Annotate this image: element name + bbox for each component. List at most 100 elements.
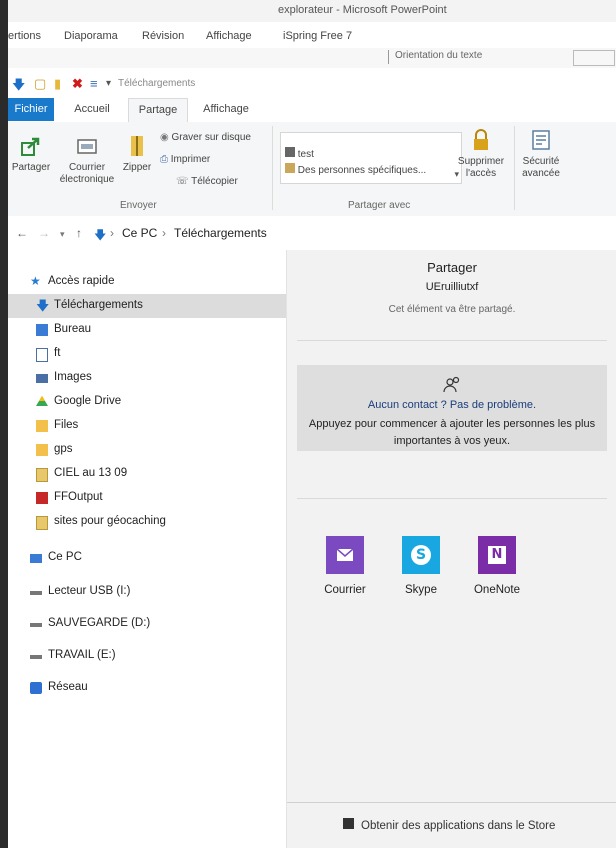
tab-file[interactable]: Fichier (8, 98, 54, 121)
nav-item-geocaching[interactable]: sites pour géocaching (8, 510, 286, 534)
nav-item-ft[interactable]: ft (8, 342, 286, 366)
nav-item-gps[interactable]: gps (8, 438, 286, 462)
archive-folder-icon (36, 468, 48, 482)
pp-tab-affichage[interactable]: Affichage (206, 30, 252, 42)
share-list-item-test[interactable]: test (285, 147, 314, 160)
pictures-icon (36, 374, 48, 383)
archive-folder-icon (36, 516, 48, 530)
share-icon (21, 137, 40, 156)
app-courrier[interactable]: Courrier (315, 536, 375, 596)
nav-item-google-drive-label: Google Drive (54, 395, 122, 407)
nav-drive-travail-label: TRAVAIL (E:) (48, 649, 116, 661)
pp-tab-ispring[interactable]: iSpring Free 7 (283, 30, 352, 42)
share-with-group-label: Partager avec (348, 200, 411, 211)
no-contact-box[interactable]: Aucun contact ? Pas de problème. Appuyez… (297, 365, 607, 451)
share-with-list[interactable]: test Des personnes spécifiques... ▾ (280, 132, 462, 184)
nav-item-ciel[interactable]: CIEL au 13 09 (8, 462, 286, 486)
tab-share[interactable]: Partage (128, 98, 188, 123)
nav-item-geocaching-label: sites pour géocaching (54, 515, 166, 527)
delete-icon[interactable]: ✖ (72, 76, 83, 92)
nav-item-images[interactable]: Images (8, 366, 286, 390)
shared-item-name: UEruilliutxf (425, 281, 479, 293)
share-panel-subtitle: Cet élément va être partagé. (388, 304, 516, 315)
zip-button[interactable]: Zipper (120, 134, 154, 174)
store-bag-icon (343, 818, 354, 829)
nav-drive-travail[interactable]: TRAVAIL (E:) (8, 644, 286, 668)
email-button[interactable]: Courrier électronique (58, 134, 116, 186)
drive-icon (30, 623, 42, 627)
burn-disc-label: Graver sur disque (171, 132, 251, 143)
app-courrier-label: Courrier (324, 584, 366, 596)
app-skype-label: Skype (405, 584, 437, 596)
app-skype[interactable]: S Skype (391, 536, 451, 596)
app-onenote[interactable]: N OneNote (467, 536, 527, 596)
pp-tab-diaporama[interactable]: Diaporama (64, 30, 118, 42)
powerpoint-title: explorateur - Microsoft PowerPoint (278, 4, 447, 16)
red-folder-icon (36, 492, 48, 504)
fax-button[interactable]: ☏ Télécopier (176, 176, 238, 187)
people-icon (443, 376, 460, 393)
nav-drive-sauvegarde-label: SAUVEGARDE (D:) (48, 617, 151, 629)
nav-drive-usb[interactable]: Lecteur USB (I:) (8, 580, 286, 604)
address-bar: ← → ▾ ↑ 🡇 › Ce PC › Téléchargements (8, 216, 616, 250)
google-drive-icon (36, 396, 48, 408)
ribbon-separator-2 (514, 126, 515, 210)
share-panel-title: Partager (427, 260, 477, 275)
nav-quick-access[interactable]: ★ Accès rapide (8, 270, 286, 294)
pp-tab-revision[interactable]: Révision (142, 30, 184, 42)
security-icon (532, 130, 550, 150)
skype-icon: S (402, 536, 440, 574)
back-icon[interactable]: ← (16, 226, 28, 240)
rename-icon[interactable]: ≡ (90, 76, 98, 91)
print-label: Imprimer (170, 154, 211, 165)
nav-item-downloads[interactable]: 🡇 Téléchargements (8, 294, 286, 318)
forward-icon[interactable]: → (38, 226, 50, 240)
folder-icon (36, 420, 48, 432)
nav-item-ciel-label: CIEL au 13 09 (54, 467, 128, 479)
powerpoint-toolbar-strip: Orientation du texte (8, 48, 616, 69)
store-link[interactable]: Obtenir des applications dans le Store (287, 802, 616, 848)
share-ribbon: Partager Courrier électronique Zipper ◉ … (8, 122, 616, 217)
nav-item-google-drive[interactable]: Google Drive (8, 390, 286, 414)
text-orientation-control[interactable]: Orientation du texte (388, 50, 545, 64)
qat-dropdown-icon[interactable]: ▾ (106, 78, 111, 89)
pp-tab-insertions[interactable]: ertions (8, 30, 41, 42)
advanced-security-button[interactable]: Sécurité avancée (518, 128, 564, 180)
print-button[interactable]: ⎙ Imprimer (160, 154, 210, 165)
share-button-label: Partager (11, 162, 51, 173)
drive-icon (30, 655, 42, 659)
breadcrumb-downloads[interactable]: Téléchargements (174, 226, 267, 240)
share-button[interactable]: Partager (10, 134, 52, 174)
computer-icon (30, 554, 42, 563)
remove-access-button[interactable]: Supprimer l'accès (456, 128, 506, 180)
nav-item-desktop[interactable]: Bureau (8, 318, 286, 342)
share-list-item-specific[interactable]: Des personnes spécifiques... (285, 163, 426, 176)
nav-item-images-label: Images (54, 371, 92, 383)
printer-icon: ⎙ (160, 154, 168, 165)
breadcrumb-this-pc[interactable]: Ce PC (122, 226, 157, 240)
remove-access-label: Supprimer l'accès (457, 156, 505, 179)
down-arrow-icon[interactable]: 🡇 (12, 76, 25, 98)
star-icon: ★ (30, 274, 41, 288)
tab-view[interactable]: Affichage (194, 98, 258, 121)
fax-label: Télécopier (191, 176, 238, 187)
properties-icon[interactable]: ▢ (34, 76, 46, 92)
nav-item-desktop-label: Bureau (54, 323, 92, 335)
recent-dropdown-icon[interactable]: ▾ (60, 229, 65, 240)
nav-this-pc[interactable]: Ce PC (8, 546, 286, 570)
zip-folder-icon (131, 136, 143, 156)
new-folder-icon[interactable]: ▮ (54, 76, 61, 92)
app-onenote-label: OneNote (473, 584, 521, 596)
nav-network[interactable]: Réseau (8, 676, 286, 700)
nav-drive-sauvegarde[interactable]: SAUVEGARDE (D:) (8, 612, 286, 636)
nav-item-files[interactable]: Files (8, 414, 286, 438)
no-contact-text: Appuyez pour commencer à ajouter les per… (308, 418, 596, 447)
pp-small-control[interactable] (573, 50, 615, 66)
downloads-folder-icon: 🡇 (94, 228, 107, 242)
up-icon[interactable]: ↑ (76, 226, 82, 240)
burn-disc-button[interactable]: ◉ Graver sur disque (160, 132, 251, 143)
tab-home[interactable]: Accueil (66, 98, 118, 121)
nav-item-ffoutput[interactable]: FFOutput (8, 486, 286, 510)
nav-network-label: Réseau (48, 681, 88, 693)
desktop-icon (36, 324, 48, 336)
